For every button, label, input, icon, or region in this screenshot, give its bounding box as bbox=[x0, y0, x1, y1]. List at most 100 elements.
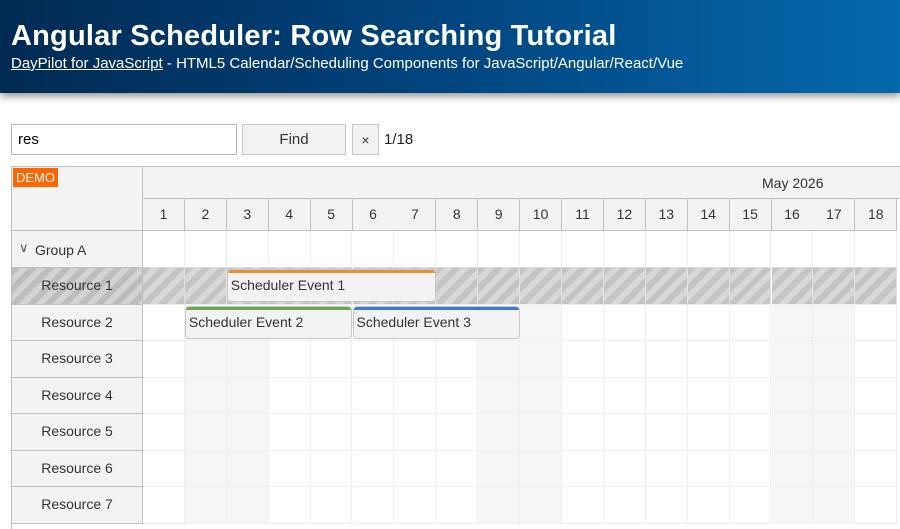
grid-cell[interactable] bbox=[184, 487, 227, 524]
grid-cell[interactable] bbox=[687, 341, 730, 378]
grid-cell[interactable] bbox=[813, 414, 856, 451]
grid-cell[interactable] bbox=[268, 341, 311, 378]
row-header-resource[interactable]: Resource 3 bbox=[12, 341, 143, 378]
grid-cell[interactable] bbox=[813, 450, 856, 487]
grid-cell[interactable] bbox=[436, 268, 479, 305]
scheduler-event[interactable]: Scheduler Event 1 bbox=[226, 269, 437, 302]
grid-cell[interactable] bbox=[394, 450, 437, 487]
grid-cell[interactable] bbox=[143, 414, 185, 451]
grid-cell[interactable] bbox=[562, 377, 604, 414]
grid-cell[interactable] bbox=[310, 414, 353, 451]
grid-cell[interactable] bbox=[478, 341, 521, 378]
grid-cell[interactable] bbox=[687, 304, 730, 341]
grid-cell[interactable] bbox=[520, 377, 562, 414]
grid-cell[interactable] bbox=[184, 414, 227, 451]
grid-cell[interactable] bbox=[813, 487, 856, 524]
grid-cell[interactable] bbox=[143, 377, 185, 414]
grid-cell[interactable] bbox=[603, 450, 646, 487]
grid-cell[interactable] bbox=[520, 487, 562, 524]
chevron-down-icon[interactable]: ∨ bbox=[19, 240, 29, 256]
grid-cell[interactable] bbox=[478, 487, 521, 524]
grid-cell[interactable] bbox=[645, 487, 688, 524]
grid-cell[interactable] bbox=[687, 414, 730, 451]
grid-cell[interactable] bbox=[478, 231, 521, 268]
grid-cell[interactable] bbox=[268, 450, 311, 487]
grid-cell[interactable] bbox=[184, 231, 227, 268]
grid-cell[interactable] bbox=[184, 341, 227, 378]
grid-cell[interactable] bbox=[603, 341, 646, 378]
grid-cell[interactable] bbox=[729, 377, 772, 414]
grid-cell[interactable] bbox=[520, 450, 562, 487]
grid-cell[interactable] bbox=[729, 414, 772, 451]
grid-cell[interactable] bbox=[310, 377, 353, 414]
grid-cell[interactable] bbox=[226, 450, 269, 487]
grid-cell[interactable] bbox=[143, 304, 185, 341]
grid-cell[interactable] bbox=[729, 268, 772, 305]
grid-cell[interactable] bbox=[687, 231, 730, 268]
grid-cell[interactable] bbox=[268, 377, 311, 414]
grid-cell[interactable] bbox=[771, 341, 814, 378]
grid-cell[interactable] bbox=[771, 487, 814, 524]
grid-cell[interactable] bbox=[268, 231, 311, 268]
grid-cell[interactable] bbox=[813, 377, 856, 414]
grid-cell[interactable] bbox=[352, 450, 395, 487]
grid-cell[interactable] bbox=[268, 487, 311, 524]
grid-cell[interactable] bbox=[645, 377, 688, 414]
grid-cell[interactable] bbox=[143, 231, 185, 268]
grid-cell[interactable] bbox=[352, 231, 395, 268]
grid-cell[interactable] bbox=[562, 268, 604, 305]
grid-cell[interactable] bbox=[771, 377, 814, 414]
scheduler-event[interactable]: Scheduler Event 2 bbox=[184, 305, 353, 339]
grid-cell[interactable] bbox=[771, 231, 814, 268]
grid-cell[interactable] bbox=[226, 377, 269, 414]
grid-cell[interactable] bbox=[855, 268, 898, 305]
grid-cell[interactable] bbox=[143, 268, 185, 305]
scheduler-event[interactable]: Scheduler Event 3 bbox=[352, 305, 521, 339]
grid-cell[interactable] bbox=[771, 414, 814, 451]
grid-cell[interactable] bbox=[394, 377, 437, 414]
grid-cell[interactable] bbox=[729, 450, 772, 487]
grid-cell[interactable] bbox=[645, 304, 688, 341]
grid-cell[interactable] bbox=[855, 231, 898, 268]
grid-cell[interactable] bbox=[478, 450, 521, 487]
grid-cell[interactable] bbox=[645, 450, 688, 487]
grid-cell[interactable] bbox=[729, 231, 772, 268]
grid-cell[interactable] bbox=[771, 450, 814, 487]
grid-cell[interactable] bbox=[603, 414, 646, 451]
clear-search-button[interactable]: × bbox=[352, 124, 379, 155]
grid-cell[interactable] bbox=[520, 268, 562, 305]
grid-cell[interactable] bbox=[729, 304, 772, 341]
grid-cell[interactable] bbox=[184, 450, 227, 487]
grid-cell[interactable] bbox=[687, 377, 730, 414]
grid-cell[interactable] bbox=[645, 414, 688, 451]
grid-cell[interactable] bbox=[310, 487, 353, 524]
grid-cell[interactable] bbox=[226, 487, 269, 524]
grid-cell[interactable] bbox=[729, 341, 772, 378]
grid-cell[interactable] bbox=[268, 414, 311, 451]
grid-cell[interactable] bbox=[520, 341, 562, 378]
grid-cell[interactable] bbox=[855, 377, 898, 414]
grid-cell[interactable] bbox=[603, 268, 646, 305]
grid-cell[interactable] bbox=[478, 268, 521, 305]
row-header-resource[interactable]: Resource 5 bbox=[12, 414, 143, 451]
grid-cell[interactable] bbox=[687, 268, 730, 305]
grid-cell[interactable] bbox=[520, 231, 562, 268]
grid-cell[interactable] bbox=[226, 414, 269, 451]
grid-cell[interactable] bbox=[310, 450, 353, 487]
grid-cell[interactable] bbox=[603, 304, 646, 341]
grid-cell[interactable] bbox=[310, 341, 353, 378]
grid-cell[interactable] bbox=[855, 414, 898, 451]
grid-cell[interactable] bbox=[436, 487, 479, 524]
grid-cell[interactable] bbox=[520, 304, 562, 341]
grid-cell[interactable] bbox=[729, 487, 772, 524]
grid-cell[interactable] bbox=[687, 450, 730, 487]
grid-cell[interactable] bbox=[855, 304, 898, 341]
grid-cell[interactable] bbox=[855, 487, 898, 524]
grid-cell[interactable] bbox=[855, 341, 898, 378]
grid-cell[interactable] bbox=[813, 341, 856, 378]
grid-cell[interactable] bbox=[562, 304, 604, 341]
grid-cell[interactable] bbox=[813, 304, 856, 341]
grid-cell[interactable] bbox=[436, 450, 479, 487]
grid-cell[interactable] bbox=[562, 487, 604, 524]
grid-cell[interactable] bbox=[310, 231, 353, 268]
